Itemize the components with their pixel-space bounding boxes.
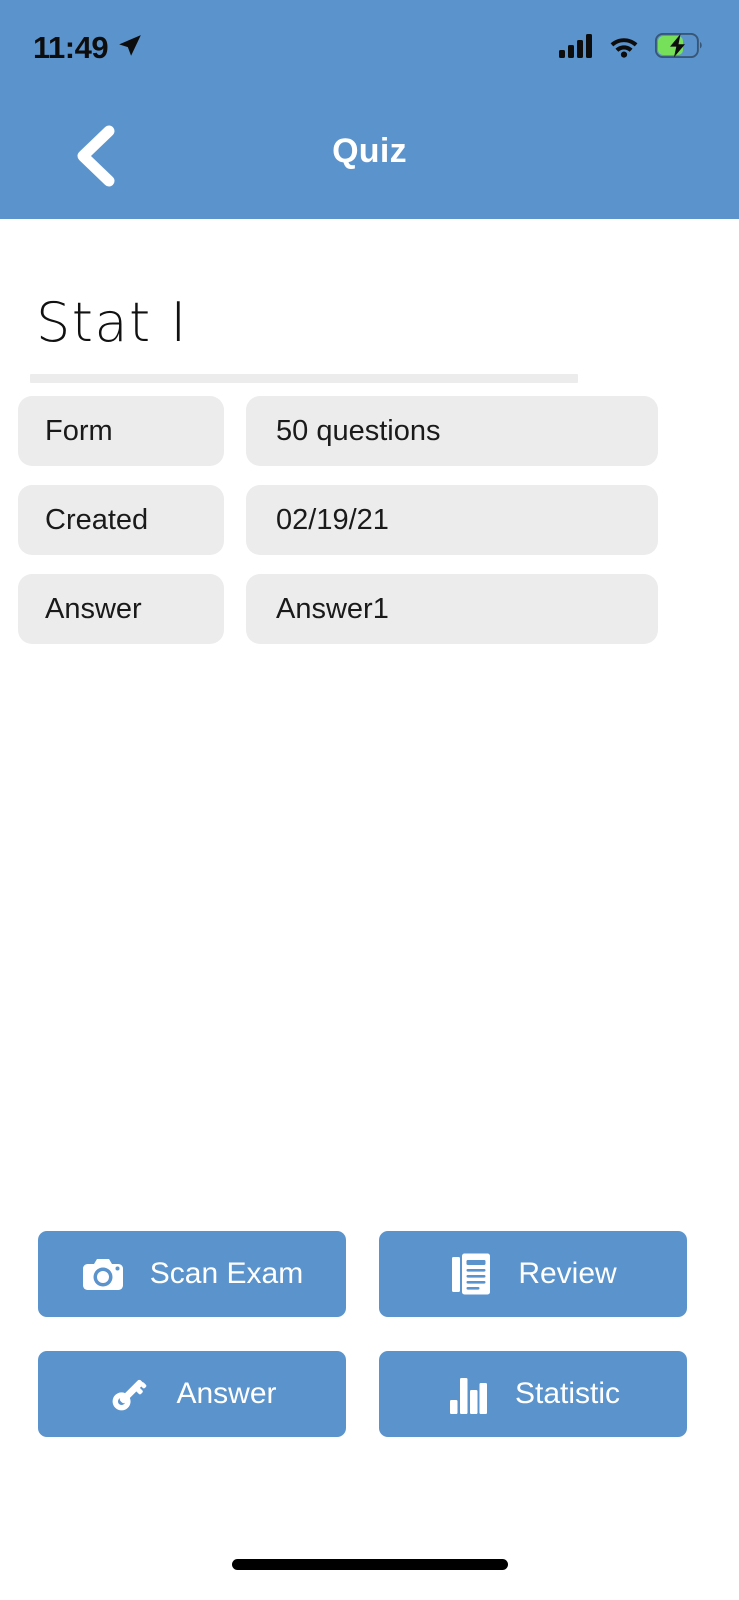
document-lines-icon <box>449 1253 493 1295</box>
info-key-answer: Answer <box>18 574 224 644</box>
scan-exam-label: Scan Exam <box>149 1257 304 1290</box>
status-bar-right <box>559 32 703 63</box>
answer-button[interactable]: Answer <box>38 1351 346 1437</box>
camera-icon <box>81 1257 125 1291</box>
review-label: Review <box>518 1257 617 1290</box>
app-header: 11:49 Quiz <box>0 0 739 219</box>
bar-chart-icon <box>446 1374 490 1414</box>
info-key-form: Form <box>18 396 224 466</box>
wifi-icon <box>608 34 640 63</box>
status-bar-clock: 11:49 <box>33 30 109 65</box>
info-value-created: 02/19/21 <box>246 485 658 555</box>
quiz-name: Stat I <box>36 291 188 354</box>
table-row: Form 50 questions <box>18 396 723 466</box>
table-row: Created 02/19/21 <box>18 485 723 555</box>
info-value-answer: Answer1 <box>246 574 658 644</box>
statistic-button[interactable]: Statistic <box>379 1351 687 1437</box>
section-divider <box>30 374 578 383</box>
location-arrow-icon <box>117 33 143 64</box>
status-bar-left: 11:49 <box>33 30 143 66</box>
key-icon <box>107 1373 151 1415</box>
battery-charging-icon <box>654 32 703 63</box>
cellular-signal-icon <box>559 33 593 63</box>
quiz-info-table: Form 50 questions Created 02/19/21 Answe… <box>18 396 723 663</box>
answer-label: Answer <box>176 1377 277 1410</box>
statistic-label: Statistic <box>514 1377 621 1410</box>
status-bar: 11:49 <box>0 0 739 96</box>
page-title: Quiz <box>332 132 407 170</box>
action-button-grid: Scan Exam Review Answer Statistic <box>38 1231 701 1437</box>
review-button[interactable]: Review <box>379 1231 687 1317</box>
scan-exam-button[interactable]: Scan Exam <box>38 1231 346 1317</box>
phone-screen: 11:49 Quiz Stat I Form 50 questions Crea… <box>0 0 739 1600</box>
info-value-form: 50 questions <box>246 396 658 466</box>
main-content: Stat I Form 50 questions Created 02/19/2… <box>0 219 739 1600</box>
home-indicator-bar[interactable] <box>231 1559 508 1570</box>
info-key-created: Created <box>18 485 224 555</box>
table-row: Answer Answer1 <box>18 574 723 644</box>
navigation-bar: Quiz <box>0 96 739 219</box>
